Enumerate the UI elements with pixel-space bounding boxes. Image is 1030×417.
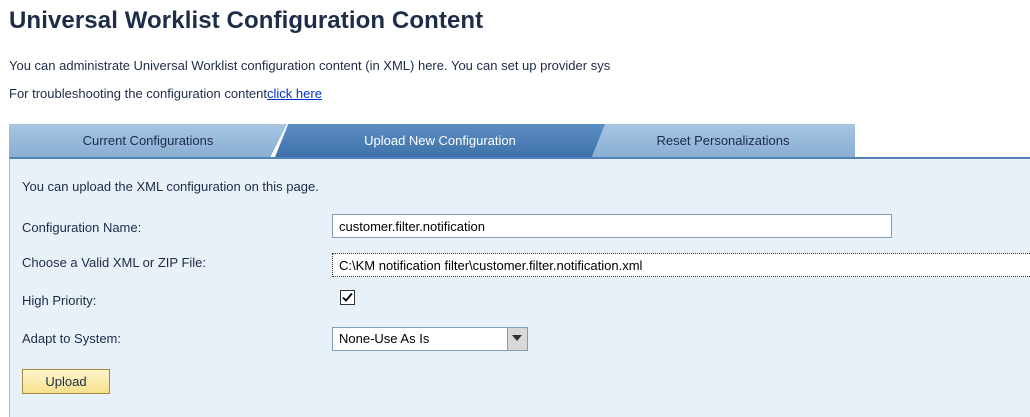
checkmark-icon <box>342 292 353 302</box>
high-priority-checkbox[interactable] <box>340 290 355 305</box>
troubleshoot-text: For troubleshooting the configuration co… <box>9 86 268 101</box>
tab-strip: Current Configurations Upload New Config… <box>9 124 1030 157</box>
config-name-label: Configuration Name: <box>22 220 142 235</box>
file-path-input[interactable]: C:\KM notification filter\customer.filte… <box>332 253 1030 277</box>
upload-intro-text: You can upload the XML configuration on … <box>22 179 319 194</box>
page-title: Universal Worklist Configuration Content <box>9 7 484 34</box>
adapt-system-label: Adapt to System: <box>22 331 121 346</box>
upload-button[interactable]: Upload <box>22 369 110 394</box>
upload-panel: You can upload the XML configuration on … <box>9 157 1030 417</box>
adapt-system-select[interactable]: None-Use As Is <box>332 327 528 351</box>
tab-reset-personalizations[interactable]: Reset Personalizations <box>591 124 855 157</box>
troubleshoot-line: For troubleshooting the configuration co… <box>9 86 322 101</box>
dropdown-arrow-icon[interactable] <box>507 328 527 350</box>
config-name-input[interactable]: customer.filter.notification <box>332 214 892 238</box>
adapt-system-value: None-Use As Is <box>339 331 430 346</box>
tab-upload-new-configuration[interactable]: Upload New Configuration <box>275 124 605 157</box>
tab-current-configurations[interactable]: Current Configurations <box>9 124 287 157</box>
page-description: You can administrate Universal Worklist … <box>9 58 611 73</box>
page: Universal Worklist Configuration Content… <box>0 0 1030 417</box>
troubleshoot-link[interactable]: click here <box>267 86 322 101</box>
file-label: Choose a Valid XML or ZIP File: <box>22 255 207 270</box>
high-priority-label: High Priority: <box>22 293 97 308</box>
